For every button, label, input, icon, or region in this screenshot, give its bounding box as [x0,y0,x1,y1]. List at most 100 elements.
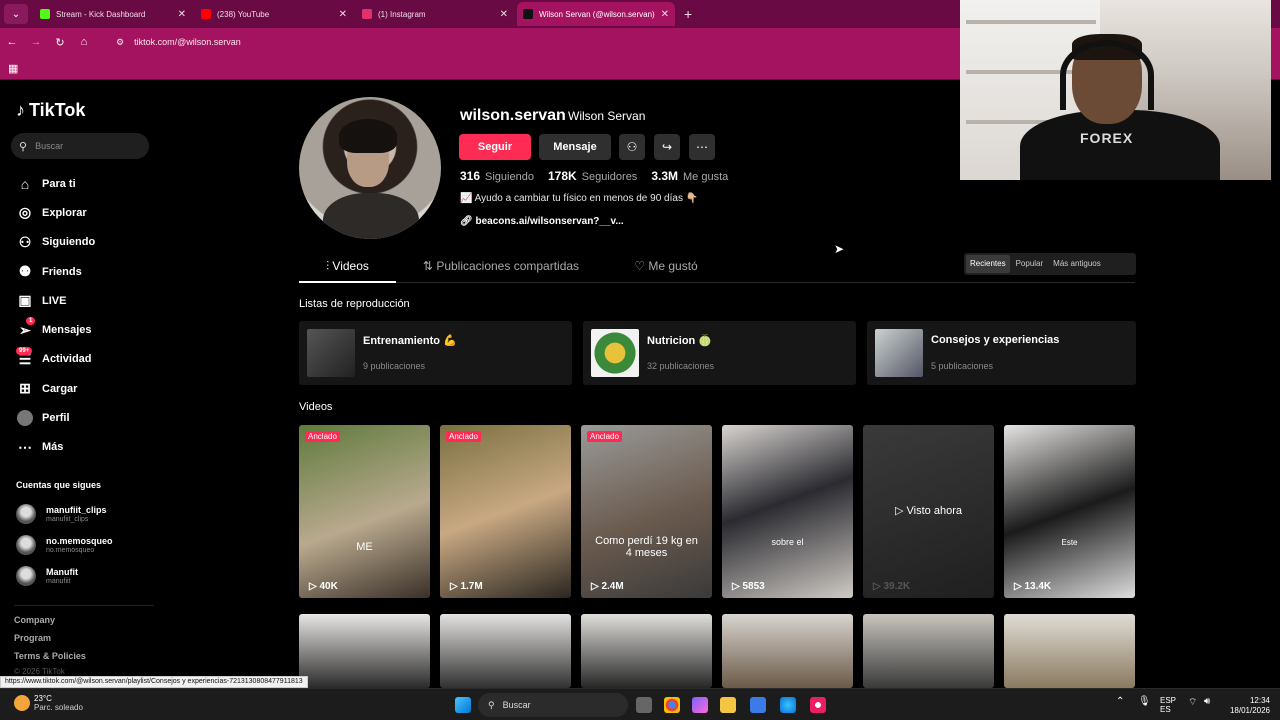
start-icon[interactable] [455,697,471,713]
sidebar-item-mensajes[interactable]: ➢ 1 Mensajes [16,315,156,344]
recording-app-icon[interactable] [810,697,826,713]
playlist-card[interactable]: Nutricion 🍈 32 publicaciones [583,321,856,385]
site-info-icon[interactable]: ⚙ [116,37,124,48]
back-icon[interactable]: ← [0,36,24,48]
following-count[interactable]: 316 [460,169,480,183]
browser-tab-kick[interactable]: Stream - Kick Dashboard ✕ [34,2,192,26]
followers-count[interactable]: 178K [548,169,577,183]
forward-icon[interactable]: → [24,36,48,48]
close-tab-icon[interactable]: ✕ [178,9,186,20]
footer-link-program[interactable]: Program [14,633,51,643]
share-icon: ↪ [661,140,673,154]
tab-videos[interactable]: ⫶ Videos [299,251,396,283]
video-card[interactable]: sobre el ▷ 5853 [722,425,853,598]
sidebar-item-label: Más [42,441,64,454]
playlist-title: Nutricion 🍈 [647,335,713,347]
store-icon[interactable] [750,697,766,713]
video-views: ▷ 13.4K [1014,581,1051,592]
video-caption: sobre el [771,537,804,547]
volume-icon[interactable]: 🔊︎ [1204,696,1210,707]
following-account-item[interactable]: no.memosqueo no.memosqueo [16,531,156,559]
sidebar-item-para-ti[interactable]: ⌂ Para ti [16,169,156,198]
copilot-icon[interactable] [692,697,708,713]
play-icon: ▷ [732,581,743,592]
sort-popular[interactable]: Popular [1012,255,1048,273]
search-input[interactable]: ⚲ Buscar [11,133,149,159]
tray-chevron-icon[interactable]: ⌃ [1116,696,1124,707]
browser-tab-youtube[interactable]: (238) YouTube ✕ [195,2,353,26]
clock-time: 12:34 [1249,696,1270,705]
video-views: ▷ 39.2K [873,581,910,592]
pinned-badge: Anclado [446,431,481,442]
video-card[interactable] [299,614,430,688]
sort-oldest[interactable]: Más antiguos [1049,255,1105,273]
taskbar-search[interactable]: ⚲ Buscar [478,693,628,717]
browser-tab-instagram[interactable]: (1) Instagram ✕ [356,2,514,26]
edge-icon[interactable] [780,697,796,713]
file-explorer-icon[interactable] [720,697,736,713]
clock[interactable]: 12:34 18/01/2026 [1226,696,1270,716]
video-card[interactable]: Anclado Como perdí 19 kg en 4 meses ▷ 2.… [581,425,712,598]
sidebar-item-perfil[interactable]: Perfil [16,403,156,432]
repost-icon: ⇅ [422,259,437,273]
sidebar-item-actividad[interactable]: ☰ 99+ Actividad [16,345,156,374]
play-icon: ▷ [450,581,461,592]
tab-search-button[interactable]: ⌄ [4,4,28,24]
task-view-icon[interactable] [636,697,652,713]
following-account-item[interactable]: manufiit_clips manufiit_clips [16,500,156,528]
apps-grid-icon[interactable]: ▦ [8,62,18,75]
playlist-card[interactable]: Consejos y experiencias 5 publicaciones [867,321,1136,385]
suggested-accounts-button[interactable]: ⚇ [619,134,645,160]
close-tab-icon[interactable]: ✕ [339,9,347,20]
reload-icon[interactable]: ↻ [48,36,72,49]
network-icon[interactable]: ⌔ [1188,696,1197,709]
profile-link[interactable]: 🔗︎ beacons.ai/wilsonservan?__v... [460,216,624,227]
sidebar-item-label: LIVE [42,294,67,307]
following-label: Siguiendo [485,171,534,183]
profile-nickname: Wilson Servan [568,109,646,123]
clock-date: 18/01/2026 [1229,706,1270,715]
profile-avatar[interactable] [299,97,441,239]
video-card[interactable] [440,614,571,688]
tiktok-logo[interactable]: ♪ TikTok [16,100,85,121]
url-field[interactable]: ⚙ tiktok.com/@wilson.servan [116,37,241,48]
browser-tab-tiktok[interactable]: Wilson Servan (@wilson.servan) ✕ [517,2,675,26]
video-card[interactable]: Anclado ▷ 1.7M [440,425,571,598]
microphone-icon[interactable]: 🎙︎ [1138,696,1151,707]
video-card[interactable] [581,614,712,688]
sidebar-item-siguiendo[interactable]: ⚇ Siguiendo [16,228,156,257]
video-card[interactable]: ▷ Visto ahora ▷ 39.2K [863,425,994,598]
home-icon[interactable]: ⌂ [72,36,96,48]
video-card[interactable]: Este ▷ 13.4K [1004,425,1135,598]
sidebar-item-live[interactable]: ▣ LIVE [16,286,156,315]
account-handle: no.memosqueo [46,547,95,554]
more-options-button[interactable]: ⋯ [689,134,715,160]
tab-liked[interactable]: ♡ Me gustó [621,251,711,283]
sidebar-item-friends[interactable]: ⚉ Friends [16,257,156,286]
footer-link-terms[interactable]: Terms & Policies [14,651,86,661]
share-button[interactable]: ↪ [654,134,680,160]
chrome-icon[interactable] [664,697,680,713]
tiktok-logo-icon: ♪ [16,100,25,120]
video-card[interactable] [1004,614,1135,688]
tab-reposts[interactable]: ⇅ Publicaciones compartidas [411,251,591,283]
playlist-card[interactable]: Entrenamiento 💪 9 publicaciones [299,321,572,385]
video-card[interactable] [722,614,853,688]
close-tab-icon[interactable]: ✕ [500,9,508,20]
video-card[interactable] [863,614,994,688]
sort-recent[interactable]: Recientes [966,255,1010,273]
sidebar-item-explorar[interactable]: ◎ Explorar [16,198,156,227]
footer-link-company[interactable]: Company [14,615,55,625]
weather-widget[interactable]: 23°C Parc. soleado [14,694,83,712]
sidebar-item-cargar[interactable]: ⊞ Cargar [16,374,156,403]
video-card[interactable]: Anclado ME ▷ 40K [299,425,430,598]
message-button[interactable]: Mensaje [539,134,611,160]
following-account-item[interactable]: Manufit manufiit [16,562,156,590]
tiktok-sidebar: ♪ TikTok ⚲ Buscar ⌂ Para ti ◎ Explorar ⚇… [0,80,160,680]
close-tab-icon[interactable]: ✕ [661,9,669,20]
new-tab-icon[interactable]: + [684,6,692,22]
language-indicator[interactable]: ESP ES [1160,696,1176,714]
account-name: Manufit [46,567,78,577]
follow-button[interactable]: Seguir [459,134,531,160]
sidebar-item-mas[interactable]: ⋯ Más [16,433,156,462]
